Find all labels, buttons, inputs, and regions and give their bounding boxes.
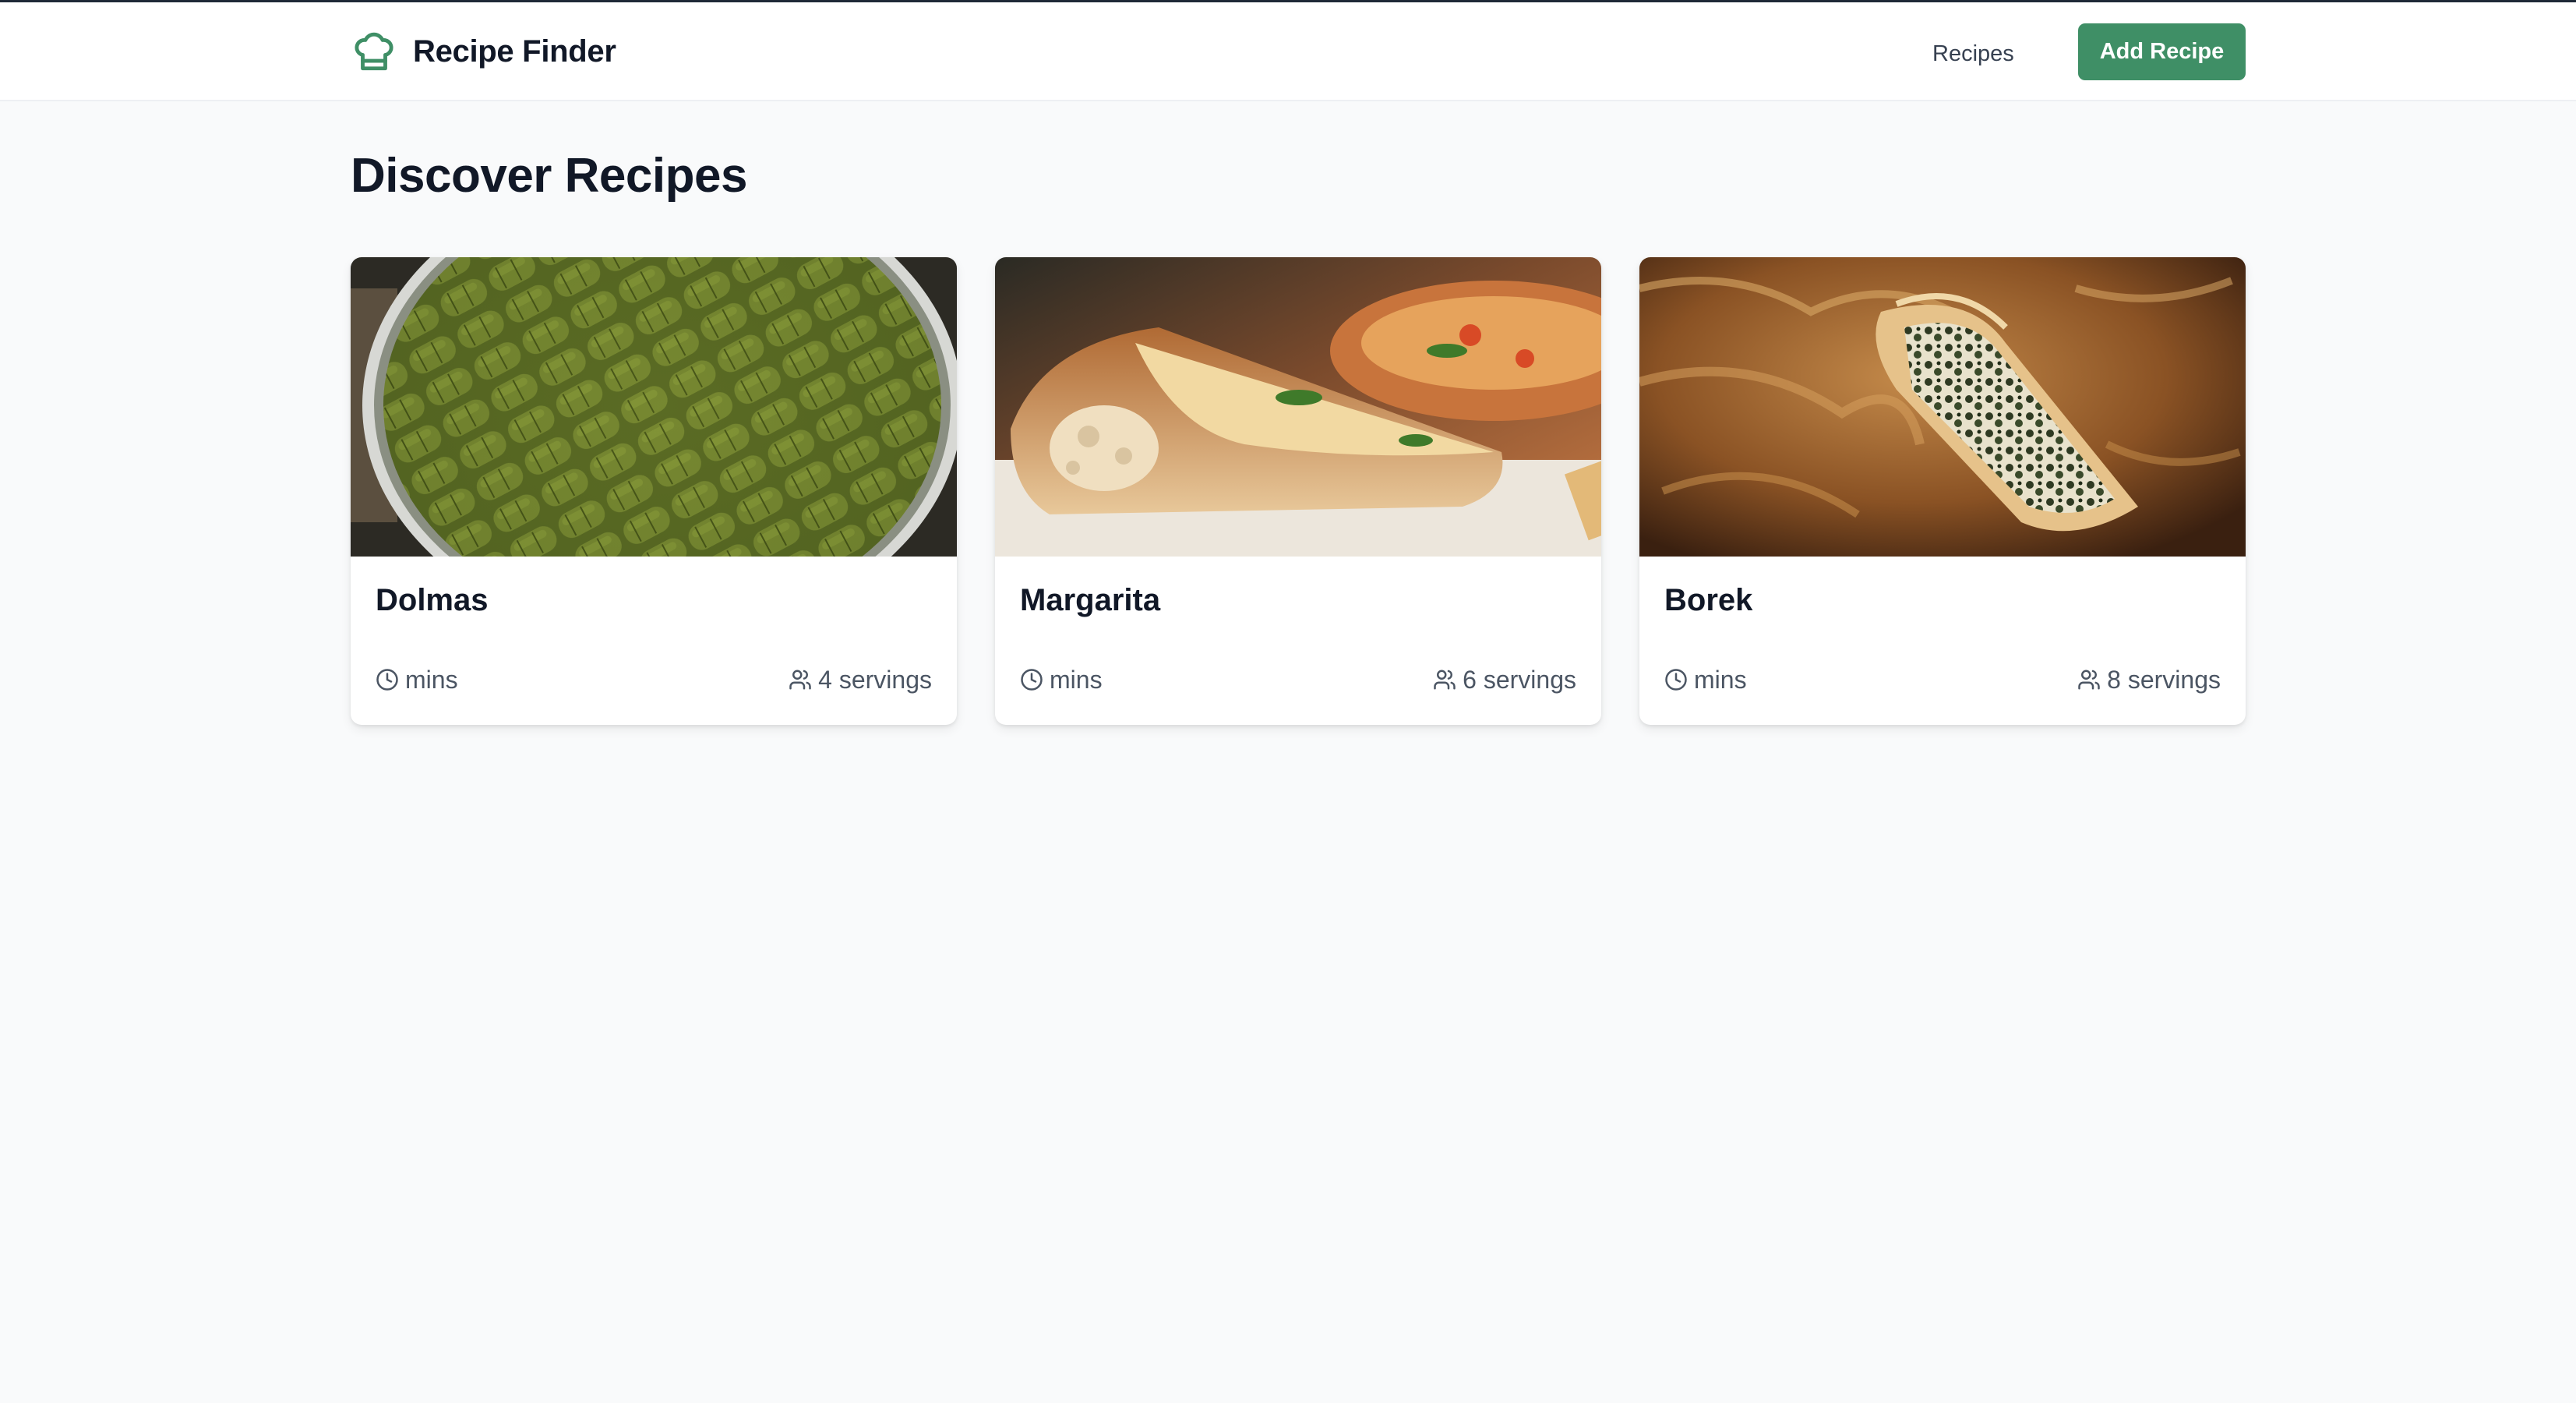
nav-link-recipes[interactable]: Recipes [1932,32,2014,76]
clock-icon [1665,669,1687,691]
servings: 4 servings [789,663,932,697]
cook-time: mins [1664,663,1747,697]
users-icon [2078,670,2100,690]
cook-time: mins [1020,663,1103,697]
cook-time: mins [376,663,458,697]
clock-icon [376,669,398,691]
cook-time-label: mins [1694,665,1747,694]
servings-label: 8 servings [2107,665,2221,694]
brand-name: Recipe Finder [413,34,616,69]
recipe-grid: Dolmas mins 4 servings Margarita mins 6 … [351,257,2246,725]
servings-label: 4 servings [818,665,932,694]
recipe-image [995,257,1601,557]
recipe-title: Margarita [1020,583,1161,617]
recipe-image [351,257,957,557]
recipe-image [1639,257,2246,557]
add-recipe-button[interactable]: Add Recipe [2078,23,2246,80]
brand[interactable]: Recipe Finder [351,27,616,76]
top-navbar: Recipe Finder Recipes Add Recipe [0,2,2576,101]
page-title: Discover Recipes [351,149,747,203]
recipe-card[interactable]: Borek mins 8 servings [1639,257,2246,725]
users-icon [789,670,811,690]
recipe-title: Borek [1664,583,1753,617]
chef-hat-icon [351,28,397,75]
servings: 6 servings [1433,663,1576,697]
servings: 8 servings [2077,663,2221,697]
recipe-title: Dolmas [376,583,489,617]
recipe-card[interactable]: Dolmas mins 4 servings [351,257,957,725]
users-icon [1434,670,1456,690]
clock-icon [1021,669,1043,691]
servings-label: 6 servings [1463,665,1576,694]
cook-time-label: mins [405,665,458,694]
cook-time-label: mins [1050,665,1103,694]
recipe-card[interactable]: Margarita mins 6 servings [995,257,1601,725]
